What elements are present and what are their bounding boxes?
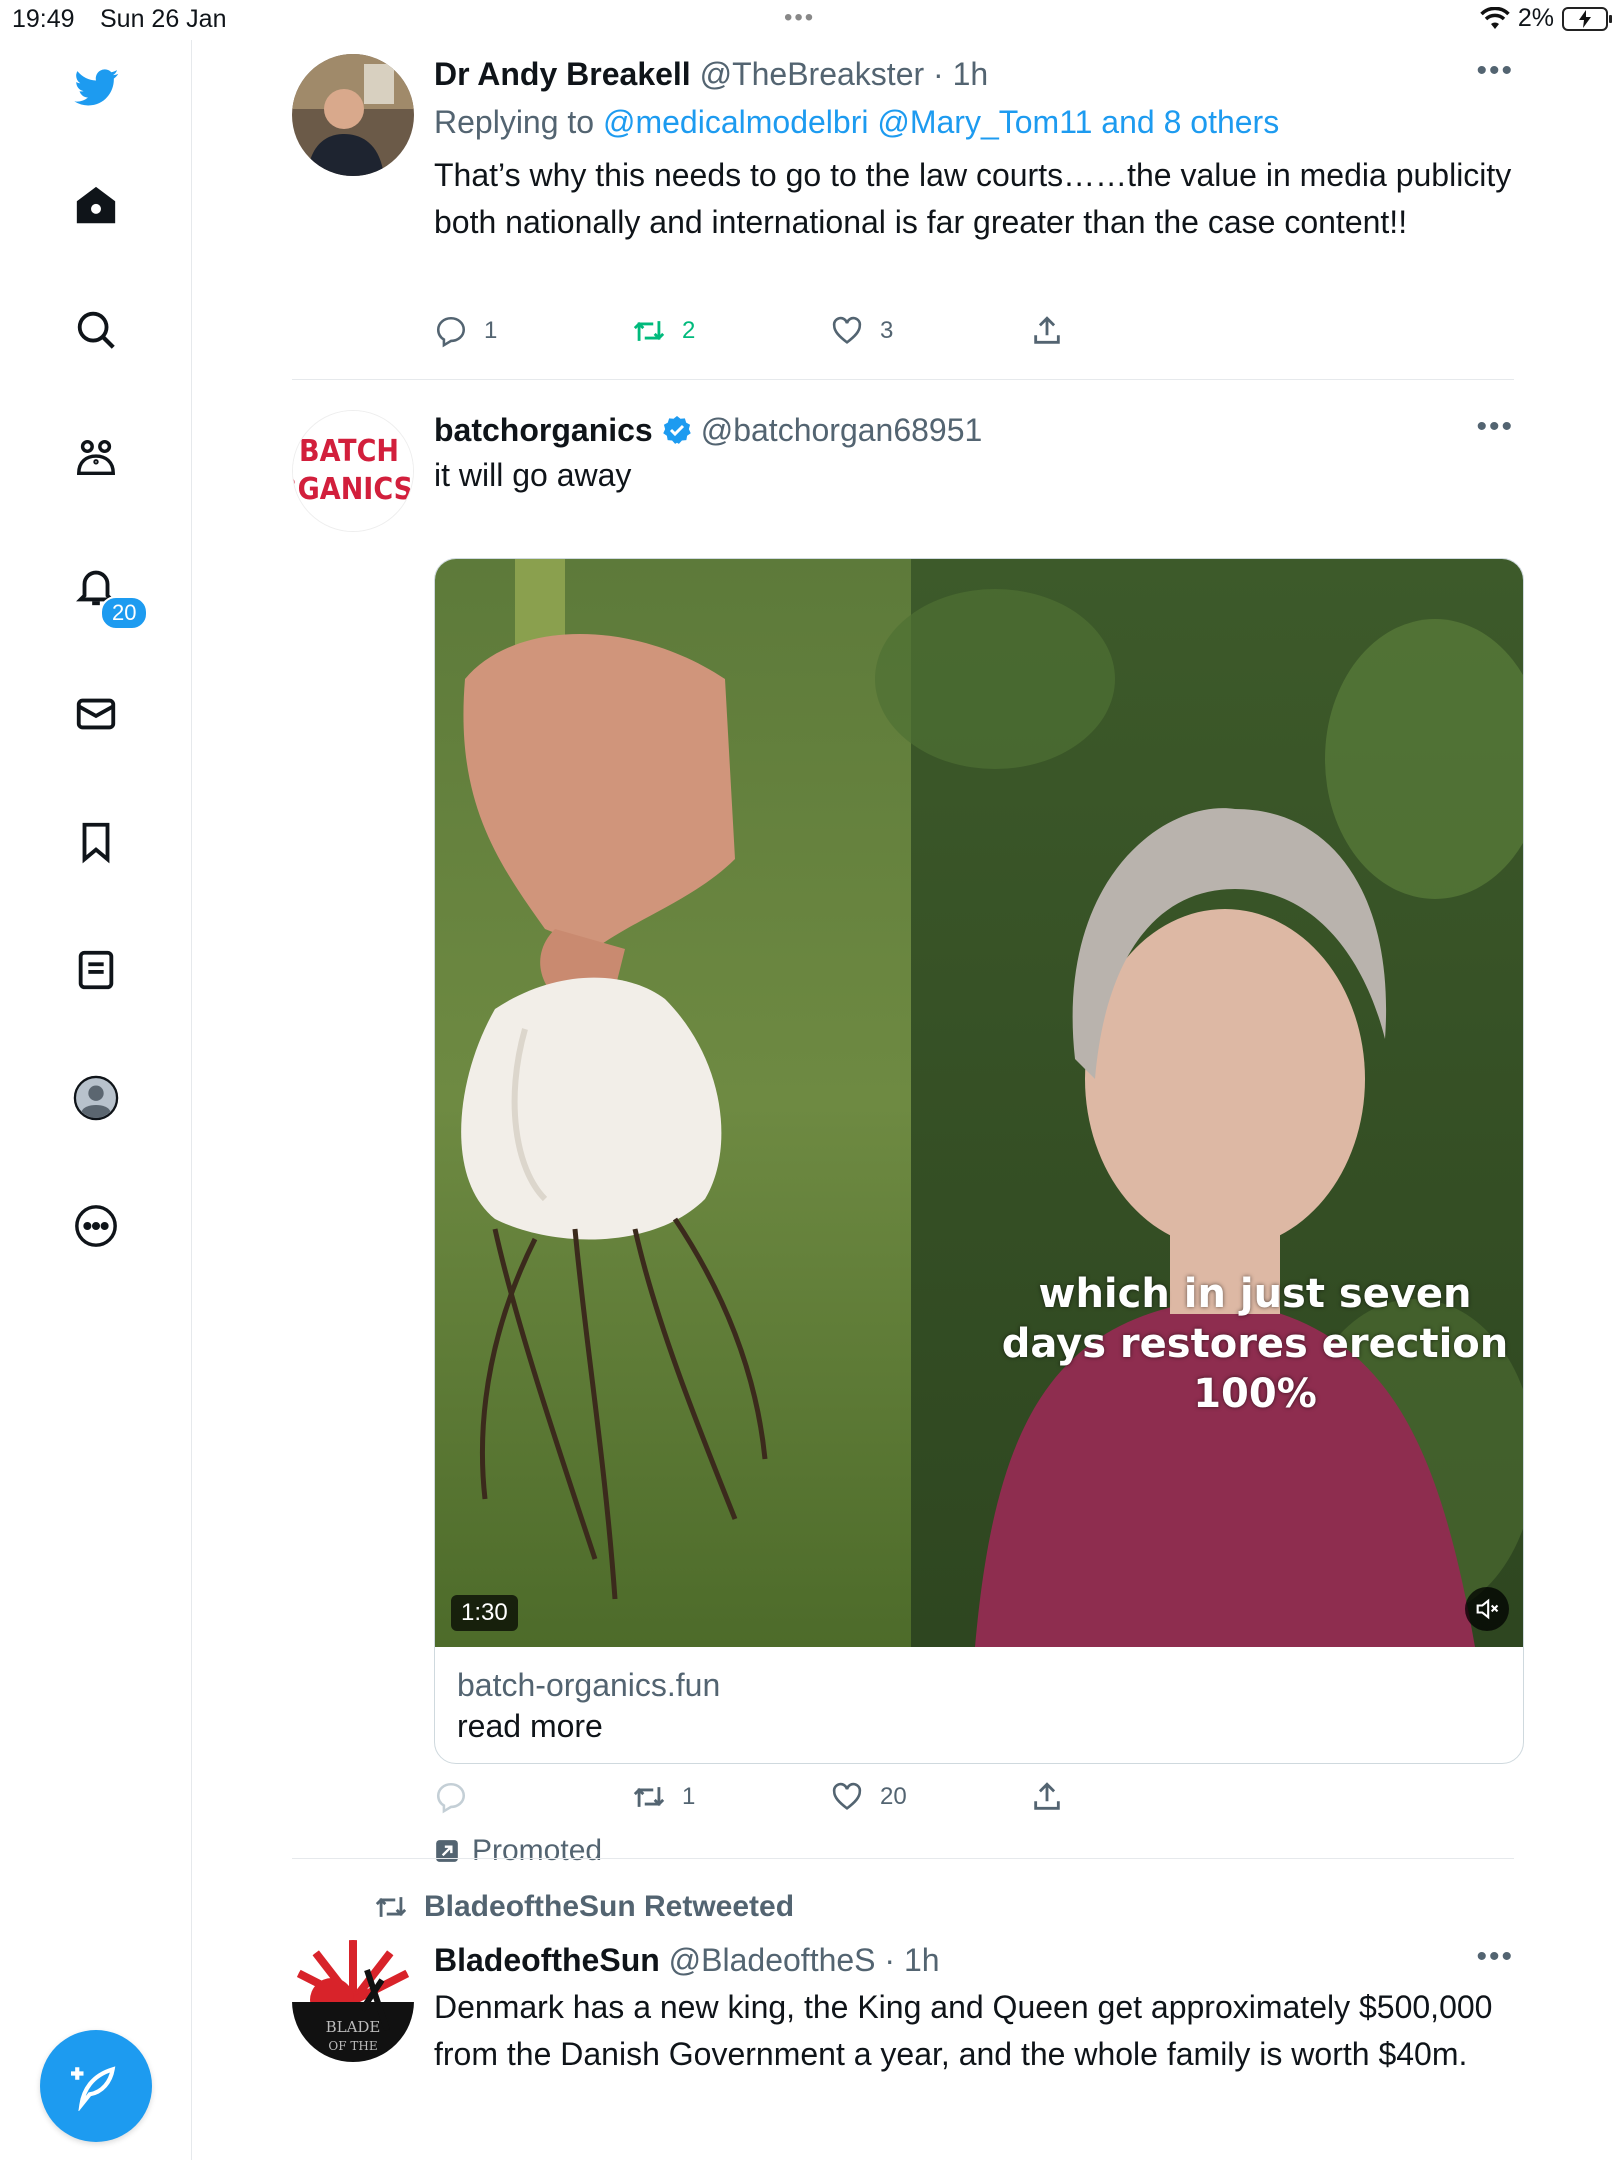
bladeofthesun-avatar[interactable]: BLADE OF THE <box>292 1940 414 2062</box>
svg-text:RGANICS: RGANICS <box>293 472 413 507</box>
author-name[interactable]: Dr Andy Breakell <box>434 56 691 92</box>
like-count: 20 <box>880 1783 907 1810</box>
muted-speaker-icon <box>1476 1598 1499 1620</box>
tweet-card[interactable]: Dr Andy Breakell @TheBreakster · 1h ••• … <box>292 54 1514 374</box>
promoted-text: Promoted <box>472 1834 603 1867</box>
tweet-card[interactable]: BLADE OF THE BladeoftheSun @BladeoftheS … <box>292 1940 1514 2160</box>
author-name[interactable]: BladeoftheSun <box>434 1942 660 1978</box>
like-button[interactable]: 20 <box>830 1780 907 1814</box>
retweet-button[interactable]: 2 <box>632 314 695 348</box>
share-button[interactable] <box>1030 1780 1064 1814</box>
messages-icon[interactable] <box>68 686 124 742</box>
batchorganics-avatar[interactable]: BATCH RGANICS <box>292 410 414 532</box>
card-title[interactable]: read more <box>457 1705 1501 1747</box>
retweet-icon <box>633 1787 665 1807</box>
author-name[interactable]: batchorganics <box>434 410 653 450</box>
notifications-badge: 20 <box>100 596 149 630</box>
tweet-text: Denmark has a new king, the King and Que… <box>434 1989 1493 2072</box>
like-button[interactable]: 3 <box>830 314 893 348</box>
tweet-text: it will go away <box>434 457 632 493</box>
author-handle[interactable]: @TheBreakster <box>700 56 925 92</box>
video-player[interactable]: which in just seven days restores erecti… <box>435 559 1523 1647</box>
mute-button[interactable] <box>1465 1587 1509 1631</box>
link-card-footer[interactable]: batch-organics.fun read more <box>435 1647 1523 1763</box>
more-options-icon[interactable]: ••• <box>1476 54 1514 88</box>
profile-avatar-icon[interactable] <box>68 1070 124 1126</box>
retweeted-by-line[interactable]: BladeoftheSun Retweeted <box>374 1890 794 1924</box>
search-icon[interactable] <box>68 302 124 358</box>
more-options-icon[interactable]: ••• <box>1476 1940 1514 1974</box>
svg-text:OF THE: OF THE <box>328 2039 377 2053</box>
twitter-logo-icon[interactable] <box>68 60 124 116</box>
tweet-time[interactable]: · 1h <box>884 1942 939 1978</box>
tweet-text: That’s why this needs to go to the law c… <box>434 157 1512 240</box>
heart-icon <box>832 1782 862 1810</box>
battery-percent: 2% <box>1517 4 1554 32</box>
like-count: 3 <box>880 317 894 344</box>
tweet-divider <box>292 379 1514 380</box>
status-date: Sun 26 Jan <box>100 5 227 33</box>
retweet-count: 1 <box>682 1783 696 1810</box>
compose-feather-icon <box>71 2066 116 2111</box>
replying-prefix: Replying to <box>434 104 595 140</box>
svg-text:BLADE: BLADE <box>326 2018 381 2036</box>
replying-to: Replying to @medicalmodelbri @Mary_Tom11… <box>434 100 1514 144</box>
reply-count: 1 <box>484 317 498 344</box>
author-handle[interactable]: @BladeoftheS <box>669 1942 876 1978</box>
author-handle[interactable]: @batchorgan68951 <box>701 410 983 450</box>
tweet-actions: 1 20 <box>434 1780 1134 1820</box>
video-duration: 1:30 <box>451 1595 518 1631</box>
wifi-icon <box>1480 6 1510 29</box>
compose-tweet-button[interactable] <box>40 2030 152 2142</box>
more-icon[interactable] <box>68 1198 124 1254</box>
video-thumbnail <box>435 559 1523 1647</box>
card-domain[interactable]: batch-organics.fun <box>457 1665 1501 1705</box>
communities-icon[interactable] <box>68 430 124 486</box>
verified-badge-icon <box>662 416 691 444</box>
promoted-label: Promoted <box>434 1834 602 1868</box>
home-icon[interactable] <box>68 178 124 234</box>
status-right: 2% <box>1480 4 1612 33</box>
share-icon <box>1034 1782 1060 1810</box>
bookmarks-icon[interactable] <box>68 814 124 870</box>
share-button[interactable] <box>1030 314 1064 348</box>
svg-text:BATCH: BATCH <box>299 434 399 469</box>
sidebar: 20 <box>0 40 192 2160</box>
battery-charging-icon <box>1562 6 1612 31</box>
reply-icon <box>436 1782 466 1814</box>
tweet-time[interactable]: · 1h <box>933 56 988 92</box>
lists-icon[interactable] <box>68 942 124 998</box>
retweet-icon <box>375 1897 407 1917</box>
tweet-header: BladeoftheSun @BladeoftheS · 1h <box>434 1940 1514 1980</box>
video-caption: which in just seven days restores erecti… <box>1001 1271 1509 1417</box>
retweet-count: 2 <box>682 317 696 344</box>
status-time: 19:49 <box>12 5 75 33</box>
share-icon <box>1034 316 1060 344</box>
heart-icon <box>832 316 862 344</box>
author-avatar[interactable] <box>292 54 414 176</box>
video-card[interactable]: which in just seven days restores erecti… <box>434 558 1524 1764</box>
retweet-button[interactable]: 1 <box>632 1780 695 1814</box>
multitasking-dots-icon[interactable]: ••• <box>784 4 815 32</box>
replying-to-links[interactable]: @medicalmodelbri @Mary_Tom11 and 8 other… <box>603 104 1279 140</box>
status-bar: 19:49 Sun 26 Jan ••• 2% <box>0 0 1620 40</box>
tweet-header: Dr Andy Breakell @TheBreakster · 1h <box>434 54 1514 94</box>
reply-button[interactable]: 1 <box>434 314 497 348</box>
more-options-icon[interactable]: ••• <box>1476 410 1514 444</box>
promoted-tweet-card[interactable]: BATCH RGANICS batchorganics @batchorgan6… <box>292 410 1524 1880</box>
reply-button[interactable] <box>434 1780 484 1814</box>
promoted-icon <box>436 1840 458 1862</box>
tweet-divider <box>292 1858 1514 1859</box>
retweet-icon <box>633 321 665 341</box>
tweet-header: batchorganics @batchorgan68951 <box>434 410 1514 450</box>
tweet-actions: 1 2 3 <box>434 314 1134 354</box>
retweeted-by-text[interactable]: BladeoftheSun Retweeted <box>424 1890 794 1924</box>
reply-icon <box>436 316 466 348</box>
